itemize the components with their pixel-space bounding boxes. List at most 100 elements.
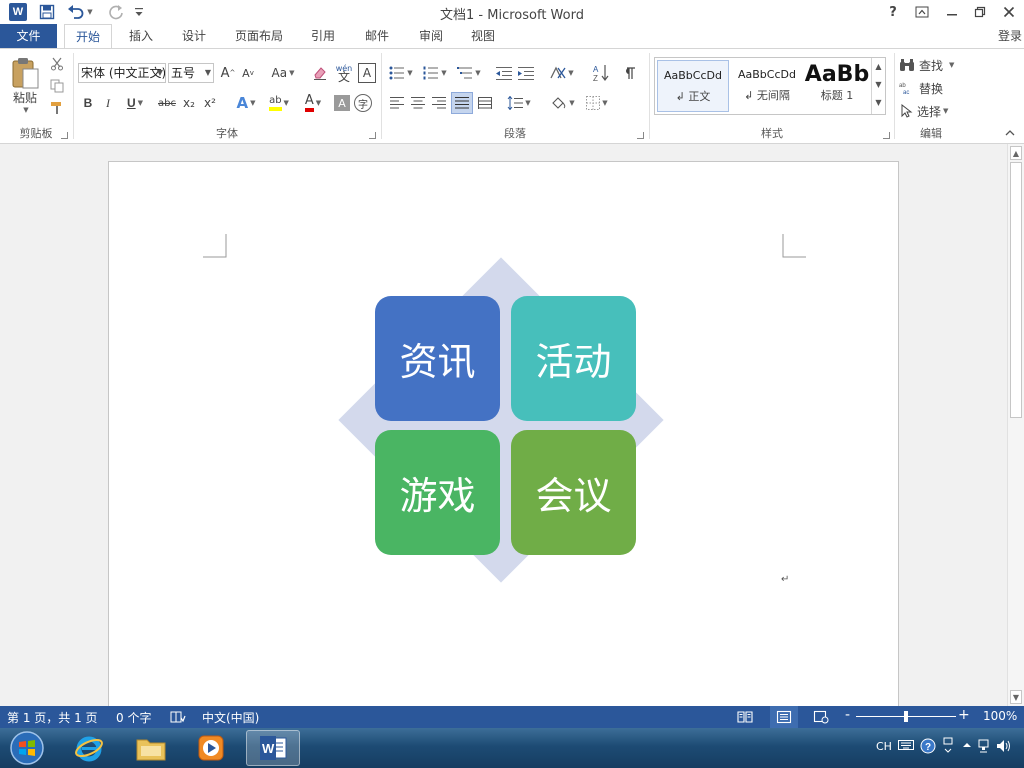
clipboard-launcher-icon[interactable] <box>61 132 68 139</box>
text-effects-button[interactable]: A ▼ <box>232 93 260 113</box>
chinese-layout-button[interactable]: ▼ <box>548 63 576 83</box>
smartart-cell-meeting[interactable]: 会议 <box>511 430 636 555</box>
taskbar-word[interactable]: W <box>246 730 300 766</box>
proofing-status[interactable] <box>170 710 186 727</box>
highlight-color-button[interactable]: ab ▼ <box>264 93 294 113</box>
collapse-ribbon-button[interactable] <box>1004 127 1016 139</box>
taskbar-media-player[interactable] <box>184 730 238 766</box>
word-count-status[interactable]: 0 个字 <box>116 709 151 726</box>
help-button[interactable]: ? <box>882 2 904 22</box>
copy-button[interactable] <box>48 77 66 95</box>
subscript-button[interactable]: x₂ <box>180 93 198 113</box>
tab-design[interactable]: 设计 <box>170 24 218 48</box>
tray-keyboard[interactable] <box>898 739 914 754</box>
phonetic-guide-button[interactable]: wén 文 <box>332 61 356 85</box>
save-button[interactable] <box>36 2 58 22</box>
enclose-characters-button[interactable]: 字 <box>354 94 372 112</box>
sign-in-link[interactable]: 登录 <box>998 27 1022 44</box>
ribbon-display-options-button[interactable] <box>911 2 933 22</box>
paragraph-launcher-icon[interactable] <box>637 132 644 139</box>
smartart-cell-game[interactable]: 游戏 <box>375 430 500 555</box>
italic-button[interactable]: I <box>100 93 116 113</box>
tab-view[interactable]: 视图 <box>460 24 506 48</box>
find-button[interactable]: 查找 ▼ <box>899 55 963 75</box>
document-page[interactable]: 资讯 活动 游戏 会议 ↵ <box>108 161 899 706</box>
numbering-button[interactable]: ▼ <box>420 63 450 83</box>
customize-qat-button[interactable] <box>132 2 146 22</box>
undo-dropdown-icon[interactable]: ▼ <box>87 8 92 16</box>
multilevel-list-button[interactable]: ▼ <box>454 63 484 83</box>
language-status[interactable]: 中文(中国) <box>202 709 259 726</box>
paste-button[interactable]: 粘贴 ▼ <box>6 55 44 115</box>
page-count-status[interactable]: 第 1 页，共 1 页 <box>7 709 98 726</box>
borders-button[interactable]: ▼ <box>582 93 612 113</box>
decrease-indent-button[interactable] <box>494 63 514 83</box>
shrink-font-button[interactable]: Av <box>239 63 257 83</box>
smartart-matrix[interactable]: 资讯 活动 游戏 会议 <box>338 257 665 586</box>
increase-indent-button[interactable] <box>516 63 536 83</box>
tray-input-language[interactable]: CH <box>876 740 892 753</box>
cut-button[interactable] <box>48 55 66 73</box>
vertical-scrollbar[interactable]: ▲ ▼ <box>1007 144 1024 706</box>
underline-button[interactable]: U ▼ <box>120 93 150 113</box>
tab-insert[interactable]: 插入 <box>118 24 164 48</box>
superscript-button[interactable]: x² <box>201 93 219 113</box>
zoom-in-button[interactable]: + <box>958 707 970 723</box>
format-painter-button[interactable] <box>48 99 66 117</box>
show-hide-marks-button[interactable] <box>620 63 640 83</box>
tray-show-hidden-icons[interactable] <box>962 740 972 753</box>
bold-button[interactable]: B <box>80 93 96 113</box>
web-layout-button[interactable] <box>813 710 829 727</box>
bullets-button[interactable]: ▼ <box>386 63 416 83</box>
tray-ime-options[interactable] <box>942 736 954 759</box>
tab-file[interactable]: 文件 <box>0 24 57 48</box>
font-name-combobox[interactable]: 宋体 (中文正文) ▼ <box>78 63 166 83</box>
print-layout-button[interactable] <box>770 706 798 728</box>
scroll-down-icon[interactable]: ▼ <box>1010 690 1022 704</box>
taskbar-internet-explorer[interactable] <box>62 730 116 766</box>
font-size-dropdown-icon[interactable]: ▼ <box>205 64 211 82</box>
tab-mailings[interactable]: 邮件 <box>354 24 400 48</box>
font-launcher-icon[interactable] <box>369 132 376 139</box>
undo-button[interactable]: ▼ <box>64 2 96 22</box>
font-color-button[interactable]: A ▼ <box>298 93 328 113</box>
shading-button[interactable]: ▼ <box>548 93 578 113</box>
scroll-thumb[interactable] <box>1010 162 1022 418</box>
distributed-button[interactable] <box>476 93 494 113</box>
read-mode-button[interactable] <box>737 710 753 727</box>
tray-network[interactable] <box>978 738 992 757</box>
font-size-combobox[interactable]: 五号 ▼ <box>168 63 214 83</box>
strikethrough-button[interactable]: abc <box>156 93 178 113</box>
scroll-up-icon[interactable]: ▲ <box>1010 146 1022 160</box>
smartart-cell-activity[interactable]: 活动 <box>511 296 636 421</box>
restore-button[interactable] <box>969 2 991 22</box>
tab-review[interactable]: 审阅 <box>408 24 454 48</box>
replace-button[interactable]: ab ac 替换 <box>899 78 963 98</box>
grow-font-button[interactable]: A ^ <box>219 63 237 83</box>
paste-dropdown-icon[interactable]: ▼ <box>23 106 28 114</box>
zoom-slider-thumb[interactable] <box>904 711 908 722</box>
zoom-percent[interactable]: 100% <box>983 709 1017 723</box>
font-name-dropdown-icon[interactable]: ▼ <box>157 64 163 82</box>
styles-launcher-icon[interactable] <box>883 132 890 139</box>
zoom-out-button[interactable]: - <box>845 707 850 723</box>
word-app-icon[interactable]: W <box>8 2 28 22</box>
justify-button[interactable] <box>451 92 473 114</box>
taskbar-file-explorer[interactable] <box>124 730 178 766</box>
tab-references[interactable]: 引用 <box>300 24 346 48</box>
redo-button[interactable] <box>104 2 128 22</box>
character-border-button[interactable]: A <box>358 63 376 83</box>
tray-volume[interactable] <box>996 738 1012 757</box>
align-left-button[interactable] <box>388 93 406 113</box>
smartart-cell-news[interactable]: 资讯 <box>375 296 500 421</box>
tab-home[interactable]: 开始 <box>64 24 112 49</box>
character-shading-button[interactable]: A <box>334 95 350 111</box>
close-button[interactable] <box>998 2 1020 22</box>
start-button[interactable] <box>0 730 54 766</box>
clear-formatting-button[interactable] <box>310 63 330 83</box>
zoom-slider[interactable] <box>856 711 956 722</box>
sort-button[interactable]: A Z <box>590 61 612 85</box>
select-button[interactable]: 选择 ▼ <box>899 101 963 121</box>
tray-help[interactable]: ? <box>920 738 936 757</box>
align-center-button[interactable] <box>409 93 427 113</box>
